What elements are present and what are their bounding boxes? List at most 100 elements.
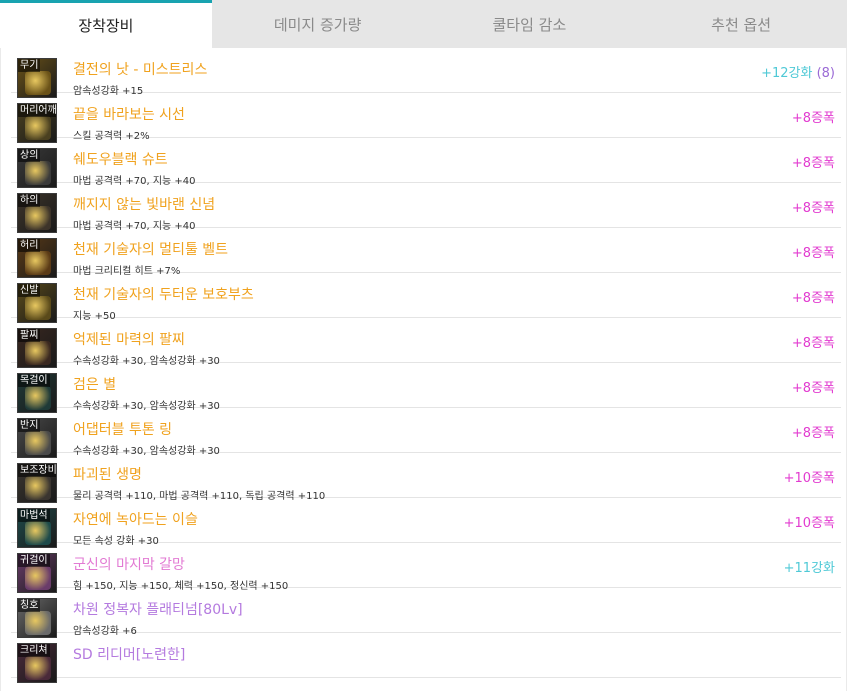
item-art: [25, 656, 51, 680]
equipment-row: 목걸이 검은 별 수속성강화 +30, 암속성강화 +30 +8증폭: [11, 363, 841, 413]
item-name[interactable]: 천재 기술자의 멀티툴 벨트: [73, 239, 228, 259]
belt-icon[interactable]: 허리: [17, 238, 57, 278]
item-art: [25, 296, 51, 320]
equipment-row: 허리 천재 기술자의 멀티툴 벨트 마법 크리티컬 히트 +7% +8증폭: [11, 228, 841, 278]
equipment-row: 팔찌 억제된 마력의 팔찌 수속성강화 +30, 암속성강화 +30 +8증폭: [11, 318, 841, 368]
item-art: [25, 611, 51, 635]
item-name[interactable]: 끝을 바라보는 시선: [73, 104, 185, 124]
badge-level: +8증폭: [791, 336, 835, 351]
slot-label: 팔찌: [18, 329, 41, 342]
item-art: [25, 71, 51, 95]
item-art: [25, 566, 51, 590]
item-name[interactable]: 억제된 마력의 팔찌: [73, 329, 185, 349]
badge-level: +11강화: [783, 561, 835, 576]
item-name[interactable]: 천재 기술자의 두터운 보호부츠: [73, 284, 254, 304]
item-name[interactable]: 결전의 낫 - 미스트리스: [73, 59, 207, 79]
item-name[interactable]: 자연에 녹아드는 이슬: [73, 509, 198, 529]
necklace-icon[interactable]: 목걸이: [17, 373, 57, 413]
badge-level: +10증폭: [783, 471, 835, 486]
title-icon[interactable]: 칭호: [17, 598, 57, 638]
tab-damage-increase[interactable]: 데미지 증가량: [212, 0, 424, 48]
sub-equipment-icon[interactable]: 보조장비: [17, 463, 57, 503]
slot-label: 반지: [18, 419, 41, 432]
item-art: [25, 386, 51, 410]
badge-level: +8증폭: [791, 381, 835, 396]
badge-level: +8증폭: [791, 111, 835, 126]
item-art: [25, 161, 51, 185]
item-name[interactable]: 쉐도우블랙 슈트: [73, 149, 168, 169]
reinforce-badge: +11강화: [784, 557, 835, 576]
equipment-row: 무기 결전의 낫 - 미스트리스 암속성강화 +15 +12강화 (8): [11, 48, 841, 98]
amplify-badge: +8증폭: [792, 377, 835, 396]
badge-count: (8): [816, 66, 835, 81]
creature-icon[interactable]: 크리쳐: [17, 643, 57, 683]
item-art: [25, 116, 51, 140]
amplify-badge: +10증폭: [784, 467, 835, 486]
equipment-row: 귀걸이 군신의 마지막 갈망 힘 +150, 지능 +150, 체력 +150, 정…: [11, 543, 841, 593]
equipment-row: 상의 쉐도우블랙 슈트 마법 공격력 +70, 지능 +40 +8증폭: [11, 138, 841, 188]
badge-level: +8증폭: [791, 426, 835, 441]
tab-cooldown-reduction[interactable]: 쿨타임 감소: [424, 0, 636, 48]
item-art: [25, 206, 51, 230]
badge-level: +8증폭: [791, 246, 835, 261]
tab-bar: 장착장비 데미지 증가량 쿨타임 감소 추천 옵션: [0, 0, 847, 48]
amplify-badge: +8증폭: [792, 332, 835, 351]
amplify-badge: +8증폭: [792, 287, 835, 306]
amplify-badge: +8증폭: [792, 107, 835, 126]
slot-label: 무기: [18, 59, 41, 72]
weapon-icon[interactable]: 무기: [17, 58, 57, 98]
badge-level: +8증폭: [791, 156, 835, 171]
bracelet-icon[interactable]: 팔찌: [17, 328, 57, 368]
equipment-row: 반지 어댑터블 투톤 링 수속성강화 +30, 암속성강화 +30 +8증폭: [11, 408, 841, 458]
slot-label: 상의: [18, 149, 41, 162]
slot-label: 허리: [18, 239, 41, 252]
amplify-badge: +10증폭: [784, 512, 835, 531]
slot-label: 마법석: [18, 509, 50, 522]
item-art: [25, 251, 51, 275]
equipment-row: 머리어깨 끝을 바라보는 시선 스킬 공격력 +2% +8증폭: [11, 93, 841, 143]
earring-icon[interactable]: 귀걸이: [17, 553, 57, 593]
tab-recommended-options[interactable]: 추천 옵션: [635, 0, 847, 48]
slot-label: 귀걸이: [18, 554, 50, 567]
amplify-badge: +8증폭: [792, 242, 835, 261]
item-name[interactable]: 검은 별: [73, 374, 116, 394]
equipment-row: 마법석 자연에 녹아드는 이슬 모든 속성 강화 +30 +10증폭: [11, 498, 841, 548]
slot-label: 신발: [18, 284, 41, 297]
badge-level: +8증폭: [791, 291, 835, 306]
amplify-badge: +8증폭: [792, 152, 835, 171]
reinforce-badge: +12강화 (8): [761, 62, 835, 81]
magic-stone-icon[interactable]: 마법석: [17, 508, 57, 548]
item-name[interactable]: 차원 정복자 플래티넘[80Lv]: [73, 599, 243, 619]
equipment-row: 칭호 차원 정복자 플래티넘[80Lv] 암속성강화 +6: [11, 588, 841, 638]
slot-label: 보조장비: [18, 464, 57, 477]
equipment-list: 무기 결전의 낫 - 미스트리스 암속성강화 +15 +12강화 (8) 머리어깨 끝을 …: [0, 48, 847, 691]
item-art: [25, 476, 51, 500]
pants-armor-icon[interactable]: 하의: [17, 193, 57, 233]
item-name[interactable]: 파괴된 생명: [73, 464, 142, 484]
equipment-row: 신발 천재 기술자의 두터운 보호부츠 지능 +50 +8증폭: [11, 273, 841, 323]
item-name[interactable]: 어댑터블 투톤 링: [73, 419, 172, 439]
badge-level: +12강화: [761, 66, 813, 81]
equipment-row: 보조장비 파괴된 생명 물리 공격력 +110, 마법 공격력 +110, 독립 공…: [11, 453, 841, 503]
equipment-row: 하의 깨지지 않는 빛바랜 신념 마법 공격력 +70, 지능 +40 +8증폭: [11, 183, 841, 233]
badge-level: +10증폭: [783, 516, 835, 531]
boots-icon[interactable]: 신발: [17, 283, 57, 323]
tab-equipped[interactable]: 장착장비: [0, 0, 212, 48]
amplify-badge: +8증폭: [792, 197, 835, 216]
amplify-badge: +8증폭: [792, 422, 835, 441]
badge-level: +8증폭: [791, 201, 835, 216]
slot-label: 칭호: [18, 599, 41, 612]
item-art: [25, 341, 51, 365]
slot-label: 머리어깨: [18, 104, 57, 117]
slot-label: 목걸이: [18, 374, 50, 387]
slot-label: 크리쳐: [18, 644, 50, 657]
ring-icon[interactable]: 반지: [17, 418, 57, 458]
item-name[interactable]: SD 리디머[노련한]: [73, 644, 185, 664]
top-armor-icon[interactable]: 상의: [17, 148, 57, 188]
item-art: [25, 521, 51, 545]
item-name[interactable]: 깨지지 않는 빛바랜 신념: [73, 194, 215, 214]
item-art: [25, 431, 51, 455]
shoulder-armor-icon[interactable]: 머리어깨: [17, 103, 57, 143]
item-name[interactable]: 군신의 마지막 갈망: [73, 554, 185, 574]
equipment-row: 크리쳐 SD 리디머[노련한]: [11, 633, 841, 683]
